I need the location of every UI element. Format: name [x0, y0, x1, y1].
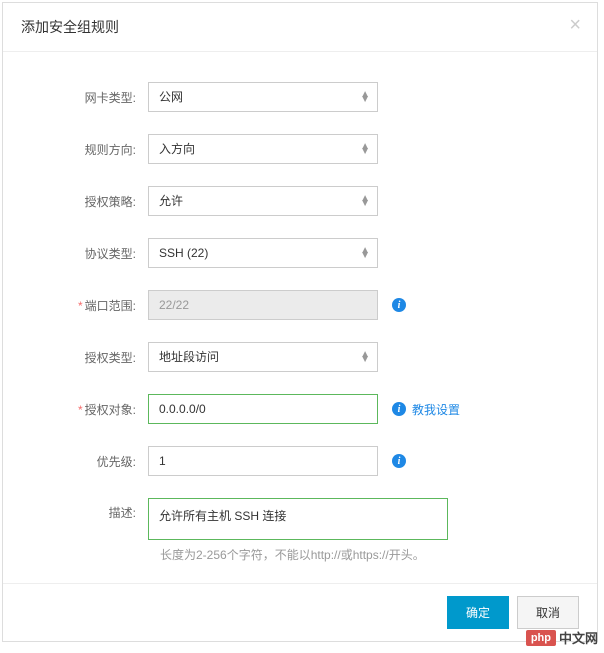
protocol-label: 协议类型:	[43, 245, 148, 262]
info-icon[interactable]: i	[392, 298, 406, 312]
port-range-input	[148, 290, 378, 320]
direction-select[interactable]: 入方向	[148, 134, 378, 164]
policy-label: 授权策略:	[43, 193, 148, 210]
auth-object-label: *授权对象:	[43, 401, 148, 418]
protocol-select[interactable]: SSH (22)	[148, 238, 378, 268]
watermark-text: 中文网	[559, 628, 598, 647]
priority-row: 优先级: i	[43, 446, 557, 476]
watermark: php 中文网	[526, 628, 598, 647]
required-marker: *	[78, 403, 83, 417]
modal-footer: 确定 取消	[3, 583, 597, 641]
auth-object-row: *授权对象: i 教我设置	[43, 394, 557, 424]
description-textarea[interactable]	[148, 498, 448, 540]
direction-label: 规则方向:	[43, 141, 148, 158]
auth-type-row: 授权类型: 地址段访问 ▲▼	[43, 342, 557, 372]
confirm-button[interactable]: 确定	[447, 596, 509, 629]
port-range-row: *端口范围: i	[43, 290, 557, 320]
protocol-row: 协议类型: SSH (22) ▲▼	[43, 238, 557, 268]
nic-type-row: 网卡类型: 公网 ▲▼	[43, 82, 557, 112]
auth-object-input[interactable]	[148, 394, 378, 424]
nic-type-label: 网卡类型:	[43, 89, 148, 106]
help-link[interactable]: 教我设置	[412, 401, 460, 418]
required-marker: *	[78, 299, 83, 313]
watermark-badge: php	[526, 630, 556, 646]
nic-type-select[interactable]: 公网	[148, 82, 378, 112]
policy-select[interactable]: 允许	[148, 186, 378, 216]
info-icon[interactable]: i	[392, 402, 406, 416]
auth-type-select[interactable]: 地址段访问	[148, 342, 378, 372]
info-icon[interactable]: i	[392, 454, 406, 468]
modal-body: 网卡类型: 公网 ▲▼ 规则方向: 入方向 ▲▼ 授权策略: 允许	[3, 52, 597, 583]
policy-row: 授权策略: 允许 ▲▼	[43, 186, 557, 216]
description-hint: 长度为2-256个字符，不能以http://或https://开头。	[160, 546, 557, 563]
close-icon[interactable]: ×	[569, 15, 581, 35]
cancel-button[interactable]: 取消	[517, 596, 579, 629]
auth-type-label: 授权类型:	[43, 349, 148, 366]
port-range-label: *端口范围:	[43, 297, 148, 314]
security-rule-modal: 添加安全组规则 × 网卡类型: 公网 ▲▼ 规则方向: 入方向 ▲▼ 授权策略:	[2, 2, 598, 642]
direction-row: 规则方向: 入方向 ▲▼	[43, 134, 557, 164]
priority-label: 优先级:	[43, 453, 148, 470]
priority-input[interactable]	[148, 446, 378, 476]
description-label: 描述:	[43, 498, 148, 521]
modal-title: 添加安全组规则	[21, 17, 579, 37]
description-row: 描述:	[43, 498, 557, 540]
modal-header: 添加安全组规则 ×	[3, 3, 597, 52]
